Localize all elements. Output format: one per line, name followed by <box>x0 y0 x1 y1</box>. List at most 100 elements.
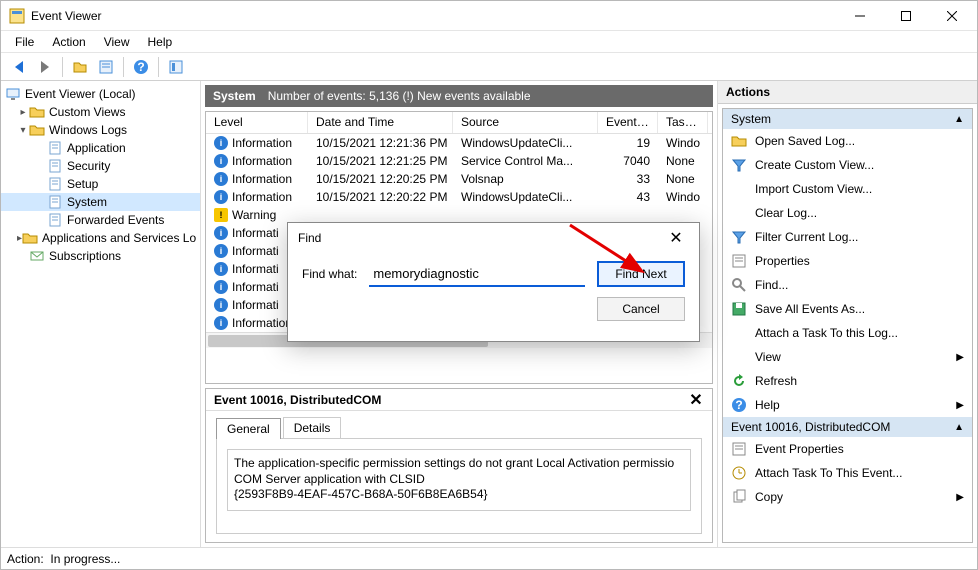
collapse-icon: ▲ <box>954 422 964 433</box>
actions-panel: Actions System▲ Open Saved Log... Create C… <box>717 81 977 547</box>
tree-item[interactable]: Security <box>1 157 200 175</box>
help-button[interactable]: ? <box>129 55 153 79</box>
tree-twisty[interactable]: ▾ <box>17 125 29 136</box>
menu-help[interactable]: Help <box>140 33 181 51</box>
tree-item[interactable]: ▸ Custom Views <box>1 103 200 121</box>
col-task[interactable]: Task Ca <box>658 112 708 133</box>
table-row[interactable]: iInformation10/15/2021 12:20:22 PMWindow… <box>206 188 712 206</box>
col-source[interactable]: Source <box>453 112 598 133</box>
help-icon: ? <box>731 397 747 413</box>
action-item[interactable]: Open Saved Log... <box>723 129 972 153</box>
find-next-button[interactable]: Find Next <box>597 261 685 287</box>
table-row[interactable]: iInformation10/15/2021 12:20:25 PMVolsna… <box>206 170 712 188</box>
tree-item[interactable]: Subscriptions <box>1 247 200 265</box>
tree-twisty[interactable]: ▸ <box>17 107 29 118</box>
action-item[interactable]: Clear Log... <box>723 201 972 225</box>
col-date[interactable]: Date and Time <box>308 112 453 133</box>
action-label: Event Properties <box>755 442 844 456</box>
tree-item[interactable]: Setup <box>1 175 200 193</box>
folder-icon <box>22 230 38 246</box>
find-close-icon[interactable]: ✕ <box>663 225 689 251</box>
minimize-button[interactable] <box>837 2 883 30</box>
tab-details[interactable]: Details <box>283 417 342 438</box>
find-cancel-button[interactable]: Cancel <box>597 297 685 321</box>
properties-button[interactable] <box>94 55 118 79</box>
folder-icon <box>29 104 45 120</box>
refresh-icon <box>731 373 747 389</box>
maximize-button[interactable] <box>883 2 929 30</box>
window-title: Event Viewer <box>31 9 837 23</box>
center-header: System Number of events: 5,136 (!) New e… <box>205 85 713 107</box>
back-button[interactable] <box>7 55 31 79</box>
find-label: Find what: <box>302 267 357 281</box>
tree-item-label: Forwarded Events <box>67 213 164 227</box>
table-row[interactable]: iInformation10/15/2021 12:21:36 PMWindow… <box>206 134 712 152</box>
tree-item[interactable]: ▾ Windows Logs <box>1 121 200 139</box>
copy-icon <box>731 489 747 505</box>
menu-file[interactable]: File <box>7 33 42 51</box>
preview-button[interactable] <box>164 55 188 79</box>
app-icon <box>9 8 25 24</box>
info-icon: i <box>214 136 228 150</box>
table-row[interactable]: iInformation10/15/2021 12:21:25 PMServic… <box>206 152 712 170</box>
tree-item-label: Custom Views <box>49 105 125 119</box>
tree-item-label: Subscriptions <box>49 249 121 263</box>
tree-item[interactable]: System <box>1 193 200 211</box>
action-item[interactable]: Copy▶ <box>723 485 972 509</box>
blank-icon <box>731 181 747 197</box>
action-item[interactable]: Refresh <box>723 369 972 393</box>
tab-general[interactable]: General <box>216 418 281 439</box>
info-icon: i <box>214 262 228 276</box>
svg-text:?: ? <box>137 60 144 74</box>
info-icon: i <box>214 280 228 294</box>
action-item[interactable]: Create Custom View... <box>723 153 972 177</box>
action-group-title[interactable]: Event 10016, DistributedCOM▲ <box>723 417 972 437</box>
submenu-arrow-icon: ▶ <box>956 352 964 363</box>
open-button[interactable] <box>68 55 92 79</box>
grid-header[interactable]: Level Date and Time Source Event ID Task… <box>206 112 712 134</box>
tree-item[interactable]: Forwarded Events <box>1 211 200 229</box>
action-item[interactable]: ?Help▶ <box>723 393 972 417</box>
tree-item[interactable]: Application <box>1 139 200 157</box>
action-item[interactable]: Filter Current Log... <box>723 225 972 249</box>
action-label: Filter Current Log... <box>755 230 858 244</box>
titlebar: Event Viewer <box>1 1 977 31</box>
action-item[interactable]: Properties <box>723 249 972 273</box>
log-icon <box>47 194 63 210</box>
action-label: Create Custom View... <box>755 158 874 172</box>
tree-item-label: System <box>67 195 107 209</box>
info-icon: i <box>214 316 228 330</box>
menu-action[interactable]: Action <box>44 33 93 51</box>
action-item[interactable]: Attach a Task To this Log... <box>723 321 972 345</box>
info-icon: i <box>214 298 228 312</box>
action-item[interactable]: View ▶ <box>723 345 972 369</box>
forward-button[interactable] <box>33 55 57 79</box>
action-item[interactable]: Event Properties <box>723 437 972 461</box>
col-eventid[interactable]: Event ID <box>598 112 658 133</box>
details-close-icon[interactable]: ✕ <box>688 390 704 410</box>
action-item[interactable]: Save All Events As... <box>723 297 972 321</box>
actions-header: Actions <box>718 81 977 104</box>
details-text: The application-specific permission sett… <box>227 449 691 511</box>
blank-icon <box>731 349 747 365</box>
action-label: View <box>755 350 781 364</box>
save-icon <box>731 301 747 317</box>
tree-root[interactable]: Event Viewer (Local) <box>1 85 200 103</box>
action-label: Open Saved Log... <box>755 134 855 148</box>
menubar: File Action View Help <box>1 31 977 53</box>
action-item[interactable]: Attach Task To This Event... <box>723 461 972 485</box>
tree-item-label: Windows Logs <box>49 123 127 137</box>
action-label: Properties <box>755 254 810 268</box>
menu-view[interactable]: View <box>96 33 138 51</box>
tree-item[interactable]: ▸Applications and Services Lo <box>1 229 200 247</box>
col-level[interactable]: Level <box>206 112 308 133</box>
action-item[interactable]: Find... <box>723 273 972 297</box>
log-icon <box>47 212 63 228</box>
action-item[interactable]: Import Custom View... <box>723 177 972 201</box>
find-title: Find <box>298 231 321 245</box>
tree-item-label: Applications and Services Lo <box>42 231 196 245</box>
submenu-arrow-icon: ▶ <box>956 492 964 503</box>
close-button[interactable] <box>929 2 975 30</box>
find-input[interactable] <box>369 262 585 287</box>
action-group-title[interactable]: System▲ <box>723 109 972 129</box>
